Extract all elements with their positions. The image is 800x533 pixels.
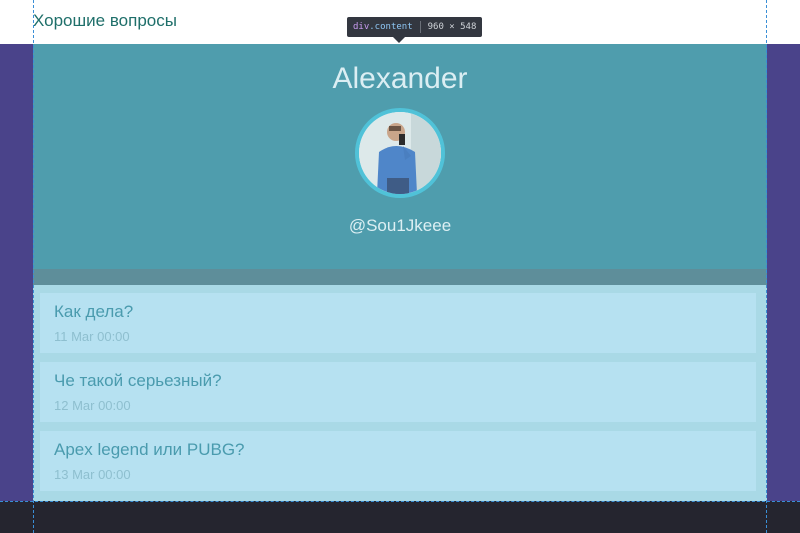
question-list: Как дела? 11 Mar 00:00 Че такой серьезны… <box>33 285 767 501</box>
question-text[interactable]: Как дела? <box>54 302 133 322</box>
question-item[interactable]: Как дела? 11 Mar 00:00 <box>40 293 756 353</box>
avatar-photo <box>359 112 441 194</box>
tooltip-class: .content <box>369 22 413 32</box>
question-item[interactable]: Apex legend или PUBG? 13 Mar 00:00 <box>40 431 756 491</box>
inspector-guide-left <box>33 0 34 533</box>
question-text[interactable]: Apex legend или PUBG? <box>54 440 245 460</box>
question-item[interactable]: Че такой серьезный? 12 Mar 00:00 <box>40 362 756 422</box>
question-date: 11 Mar 00:00 <box>54 329 130 344</box>
tooltip-separator <box>419 21 421 33</box>
inspector-guide-right <box>766 0 767 533</box>
profile-name: Alexander <box>332 62 468 95</box>
inspector-tooltip: div .content 960 × 548 <box>347 17 483 37</box>
profile-handle: @Sou1Jkeee <box>348 216 452 235</box>
profile-divider <box>33 269 767 285</box>
avatar[interactable] <box>355 108 445 198</box>
tooltip-size: 960 × 548 <box>427 22 477 32</box>
question-date: 12 Mar 00:00 <box>54 398 131 413</box>
question-date: 13 Mar 00:00 <box>54 467 131 482</box>
inspector-guide-bottom <box>0 501 800 502</box>
footer <box>0 501 800 533</box>
tooltip-tag: div <box>353 22 370 32</box>
site-title[interactable]: Хорошие вопросы <box>33 11 177 31</box>
profile-header: Alexander @Sou1Jkeee <box>33 44 767 269</box>
content-panel: Alexander @Sou1Jkeee Как дела? 11 Mar 00… <box>33 44 767 501</box>
tooltip-arrow-icon <box>393 37 405 43</box>
question-text[interactable]: Че такой серьезный? <box>54 371 222 391</box>
